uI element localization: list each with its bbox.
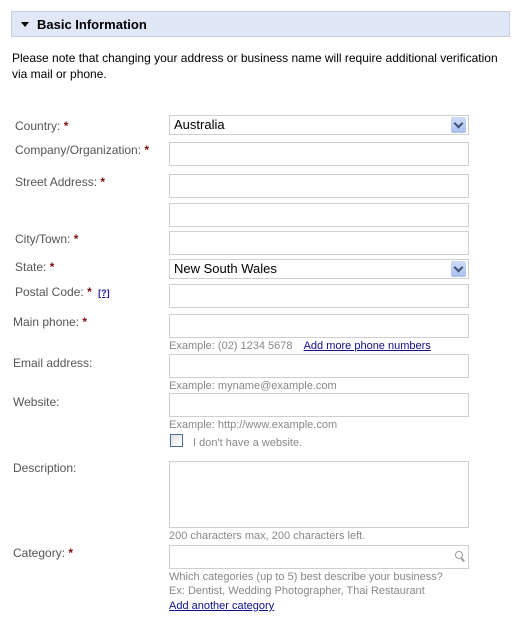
category-examples: Ex: Dentist, Wedding Photographer, Thai … xyxy=(169,585,425,597)
website-input[interactable] xyxy=(169,393,469,417)
main-phone-hint-row: Example: (02) 1234 5678 Add more phone n… xyxy=(169,340,431,352)
add-more-phone-numbers-link[interactable]: Add more phone numbers xyxy=(304,340,431,352)
state-select[interactable]: New South Wales xyxy=(169,259,469,279)
description-character-count: 200 characters max, 200 characters left. xyxy=(169,530,366,542)
state-label: State: * xyxy=(15,260,54,274)
no-website-label[interactable]: I don't have a website. xyxy=(193,437,302,449)
country-label: Country: * xyxy=(15,119,68,133)
email-address-example: Example: myname@example.com xyxy=(169,380,337,392)
category-hint: Which categories (up to 5) best describe… xyxy=(169,571,443,583)
add-another-category-link[interactable]: Add another category xyxy=(169,600,274,612)
description-label: Description: xyxy=(13,461,77,475)
collapse-triangle-icon xyxy=(21,22,29,27)
dropdown-arrow-icon[interactable] xyxy=(451,261,466,277)
postal-code-label-text: Postal Code: xyxy=(15,285,84,299)
city-label: City/Town: * xyxy=(15,232,78,246)
company-label: Company/Organization: * xyxy=(15,143,149,157)
required-marker: * xyxy=(49,260,55,274)
postal-code-input[interactable] xyxy=(169,284,469,308)
main-phone-label: Main phone: * xyxy=(13,315,87,329)
required-marker: * xyxy=(68,546,74,560)
address-change-notice: Please note that changing your address o… xyxy=(12,51,498,81)
email-address-input[interactable] xyxy=(169,354,469,378)
required-marker: * xyxy=(63,119,69,133)
city-label-text: City/Town: xyxy=(15,232,71,246)
street-address-line1-input[interactable] xyxy=(169,174,469,198)
country-label-text: Country: xyxy=(15,119,61,133)
website-example: Example: http://www.example.com xyxy=(169,419,338,431)
description-textarea[interactable] xyxy=(169,461,469,528)
email-address-label: Email address: xyxy=(13,356,93,370)
main-phone-label-text: Main phone: xyxy=(13,315,80,329)
required-marker: * xyxy=(82,315,88,329)
category-label-text: Category: xyxy=(13,546,66,560)
postal-code-help-link[interactable]: [?] xyxy=(98,288,110,298)
no-website-checkbox[interactable] xyxy=(170,434,183,447)
dropdown-arrow-icon[interactable] xyxy=(451,117,466,133)
state-label-text: State: xyxy=(15,260,47,274)
country-selected-value: Australia xyxy=(174,117,225,132)
category-label: Category: * xyxy=(13,546,73,560)
city-input[interactable] xyxy=(169,231,469,255)
state-selected-value: New South Wales xyxy=(174,261,277,276)
company-label-text: Company/Organization: xyxy=(15,143,142,157)
section-title: Basic Information xyxy=(37,16,147,32)
section-header-basic-information[interactable]: Basic Information xyxy=(11,11,510,37)
street-address-line2-input[interactable] xyxy=(169,203,469,227)
required-marker: * xyxy=(87,285,92,299)
company-input[interactable] xyxy=(169,142,469,166)
add-another-category-row: Add another category xyxy=(169,600,274,612)
main-phone-example: Example: (02) 1234 5678 xyxy=(169,340,293,352)
country-select[interactable]: Australia xyxy=(169,115,469,135)
website-label: Website: xyxy=(13,395,60,409)
required-marker: * xyxy=(73,232,79,246)
main-phone-input[interactable] xyxy=(169,314,469,338)
required-marker: * xyxy=(144,143,150,157)
postal-code-label: Postal Code: * [?] xyxy=(15,285,110,299)
search-icon xyxy=(455,551,463,559)
street-address-label: Street Address: * xyxy=(15,175,105,189)
street-address-label-text: Street Address: xyxy=(15,175,98,189)
category-search-input[interactable] xyxy=(169,545,469,569)
required-marker: * xyxy=(100,175,106,189)
